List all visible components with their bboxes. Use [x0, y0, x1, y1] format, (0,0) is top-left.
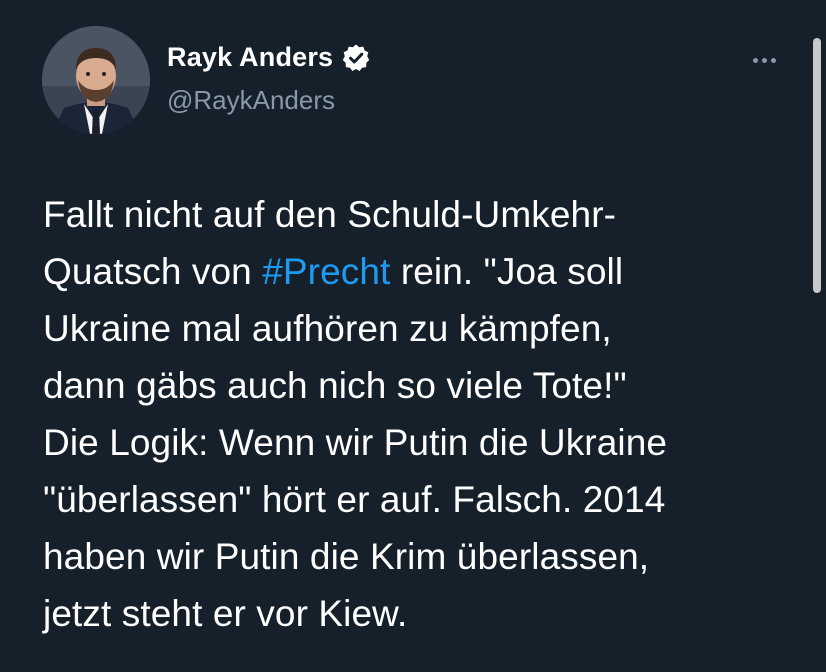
tweet-text-line: dann gäbs auch nich so viele Tote!"	[43, 357, 803, 414]
author-name-row: Rayk Anders	[167, 42, 371, 73]
avatar-image	[42, 26, 150, 134]
tweet-text-line: jetzt steht er vor Kiew.	[43, 585, 803, 642]
more-options-icon-dot	[770, 57, 776, 63]
tweet-text-segment: Die Logik: Wenn wir Putin die Ukraine	[43, 422, 668, 463]
author-handle[interactable]: @RaykAnders	[167, 85, 335, 116]
tweet-text-line: Die Logik: Wenn wir Putin die Ukraine	[43, 414, 803, 471]
more-options-button[interactable]	[744, 46, 784, 74]
verified-badge-icon	[341, 43, 371, 73]
tweet-text-line: "überlassen" hört er auf. Falsch. 2014	[43, 471, 803, 528]
tweet-text-segment: dann gäbs auch nich so viele Tote!"	[43, 365, 627, 406]
tweet-text-segment: haben wir Putin die Krim überlassen,	[43, 536, 650, 577]
tweet-text-segment: Quatsch von	[43, 251, 263, 292]
avatar[interactable]	[42, 26, 150, 134]
tweet-text: Fallt nicht auf den Schuld-Umkehr- Quats…	[43, 186, 803, 642]
tweet-text-segment: rein. "Joa soll	[390, 251, 624, 292]
author-display-name[interactable]: Rayk Anders	[167, 42, 333, 73]
more-options-icon-dot	[761, 57, 767, 63]
scrollbar[interactable]	[813, 38, 821, 293]
tweet-text-line: Fallt nicht auf den Schuld-Umkehr-	[43, 186, 803, 243]
tweet-text-line: Ukraine mal aufhören zu kämpfen,	[43, 300, 803, 357]
tweet-text-segment: "überlassen" hört er auf. Falsch. 2014	[43, 479, 666, 520]
more-options-icon	[752, 57, 758, 63]
tweet-text-segment: Fallt nicht auf den Schuld-Umkehr-	[43, 194, 617, 235]
tweet-text-line: haben wir Putin die Krim überlassen,	[43, 528, 803, 585]
hashtag-link[interactable]: #Precht	[262, 251, 390, 292]
tweet-text-line: Quatsch von #Precht rein. "Joa soll	[43, 243, 803, 300]
tweet-text-segment: jetzt steht er vor Kiew.	[43, 593, 408, 634]
tweet-text-segment: Ukraine mal aufhören zu kämpfen,	[43, 308, 612, 349]
tweet-card: Rayk Anders @RaykAnders Fallt nicht auf …	[0, 0, 826, 672]
